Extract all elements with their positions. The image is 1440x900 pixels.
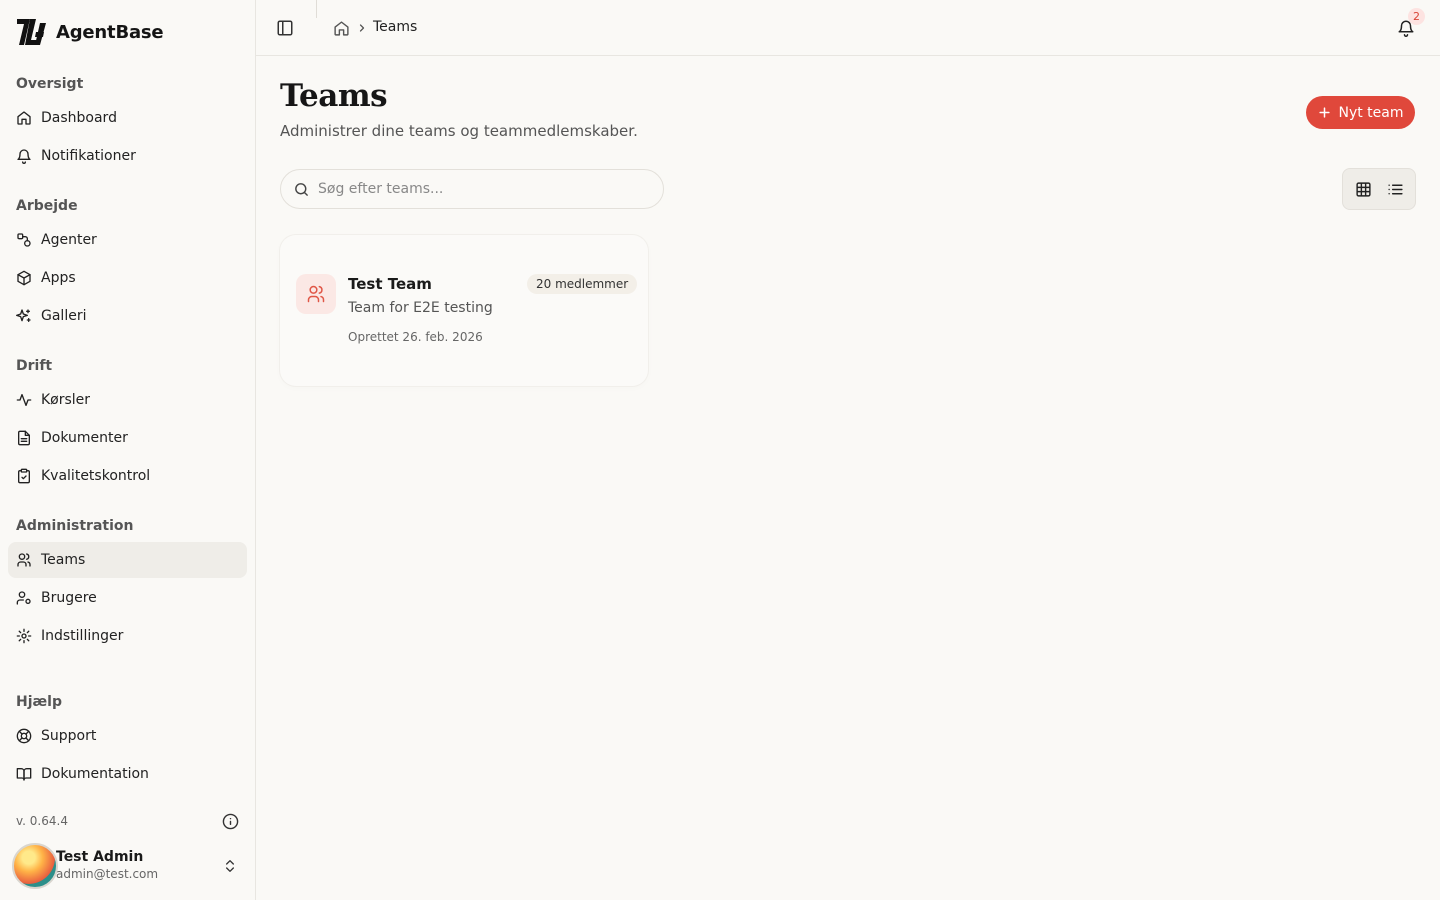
- sidebar-item-label: Support: [41, 728, 97, 744]
- page-title: Teams: [280, 78, 388, 114]
- activity-icon: [16, 394, 32, 406]
- team-name: Test Team: [348, 275, 432, 293]
- users-icon: [17, 553, 31, 567]
- search-icon: [295, 182, 308, 196]
- app-version: v. 0.64.4: [16, 814, 68, 828]
- box-icon: [17, 270, 31, 286]
- sidebar-item-dokumentation[interactable]: Dokumentation: [8, 756, 247, 792]
- new-team-button[interactable]: Nyt team: [1306, 96, 1415, 129]
- sidebar-item-label: Dashboard: [41, 110, 117, 126]
- sidebar-item-label: Indstillinger: [41, 628, 124, 644]
- page-subtitle: Administrer dine teams og teammedlemskab…: [280, 122, 638, 140]
- grid-view-icon[interactable]: [1355, 181, 1372, 198]
- home-icon: [17, 111, 31, 125]
- sidebar-item-label: Kørsler: [41, 392, 91, 408]
- sidebar: AgentBase Oversigt Dashboard Notifikatio…: [0, 0, 256, 900]
- breadcrumb-current: Teams: [373, 19, 418, 35]
- sidebar-item-label: Notifikationer: [41, 148, 136, 164]
- sidebar-item-agenter[interactable]: Agenter: [8, 222, 247, 258]
- notification-count-badge: 2: [1408, 8, 1425, 25]
- topbar-divider: [316, 0, 317, 18]
- sidebar-item-label: Teams: [41, 552, 86, 568]
- sidebar-item-galleri[interactable]: Galleri: [8, 298, 247, 334]
- nav-section-oversigt: Oversigt: [16, 76, 84, 92]
- sidebar-toggle-icon[interactable]: [276, 19, 294, 37]
- sidebar-item-teams[interactable]: Teams: [8, 542, 247, 578]
- sidebar-item-support[interactable]: Support: [8, 718, 247, 754]
- sidebar-item-kvalitetskontrol[interactable]: Kvalitetskontrol: [8, 458, 247, 494]
- clipboard-check-icon: [18, 468, 30, 484]
- nav-section-arbejde: Arbejde: [16, 198, 78, 214]
- sidebar-item-label: Agenter: [41, 232, 97, 248]
- user-cog-icon: [16, 591, 31, 605]
- user-name: Test Admin: [56, 849, 144, 865]
- user-menu[interactable]: Test Admin admin@test.com: [12, 842, 248, 890]
- sidebar-item-dokumenter[interactable]: Dokumenter: [8, 420, 247, 456]
- sidebar-item-apps[interactable]: Apps: [8, 260, 247, 296]
- sidebar-item-label: Dokumentation: [41, 766, 149, 782]
- team-description: Team for E2E testing: [348, 300, 493, 316]
- sidebar-item-label: Dokumenter: [41, 430, 128, 446]
- member-count-badge: 20 medlemmer: [527, 274, 638, 294]
- sidebar-item-label: Galleri: [41, 308, 87, 324]
- sidebar-item-label: Brugere: [41, 590, 97, 606]
- sparkles-icon: [16, 309, 31, 322]
- team-card[interactable]: Test Team 20 medlemmer Team for E2E test…: [280, 235, 648, 386]
- lifebuoy-icon: [16, 728, 32, 744]
- sidebar-item-label: Kvalitetskontrol: [41, 468, 151, 484]
- sidebar-item-label: Apps: [41, 270, 76, 286]
- workflow-icon: [17, 233, 31, 247]
- nav-section-drift: Drift: [16, 358, 53, 374]
- sidebar-item-brugere[interactable]: Brugere: [8, 580, 247, 616]
- new-team-label: Nyt team: [1338, 104, 1404, 121]
- breadcrumb-home-icon[interactable]: [333, 20, 350, 37]
- sidebar-item-notifikationer[interactable]: Notifikationer: [8, 138, 247, 174]
- list-view-icon[interactable]: [1387, 181, 1404, 198]
- plus-icon: [1319, 107, 1331, 118]
- sidebar-item-dashboard[interactable]: Dashboard: [8, 100, 247, 136]
- search-input[interactable]: [318, 181, 638, 197]
- search-box[interactable]: [280, 169, 664, 209]
- user-email: admin@test.com: [56, 867, 159, 881]
- sidebar-item-indstillinger[interactable]: Indstillinger: [8, 618, 247, 654]
- brand[interactable]: AgentBase: [16, 18, 164, 46]
- team-avatar: [296, 274, 336, 314]
- info-icon[interactable]: [222, 813, 239, 830]
- app-name: AgentBase: [56, 21, 164, 43]
- book-open-icon: [16, 768, 32, 781]
- users-icon: [307, 285, 325, 303]
- chevrons-up-down-icon: [226, 860, 234, 872]
- agentbase-logo-icon: [17, 19, 46, 45]
- team-created-date: Oprettet 26. feb. 2026: [348, 330, 483, 344]
- sidebar-item-koersler[interactable]: Kørsler: [8, 382, 247, 418]
- gear-icon: [16, 628, 32, 644]
- nav-section-hjaelp: Hjælp: [16, 694, 63, 710]
- view-toggle: [1342, 168, 1416, 210]
- chevron-right-icon: [359, 24, 365, 32]
- document-icon: [18, 430, 30, 446]
- avatar: [12, 843, 58, 889]
- topbar: Teams 2: [256, 0, 1440, 56]
- nav-section-administration: Administration: [16, 518, 134, 534]
- bell-icon: [17, 149, 31, 164]
